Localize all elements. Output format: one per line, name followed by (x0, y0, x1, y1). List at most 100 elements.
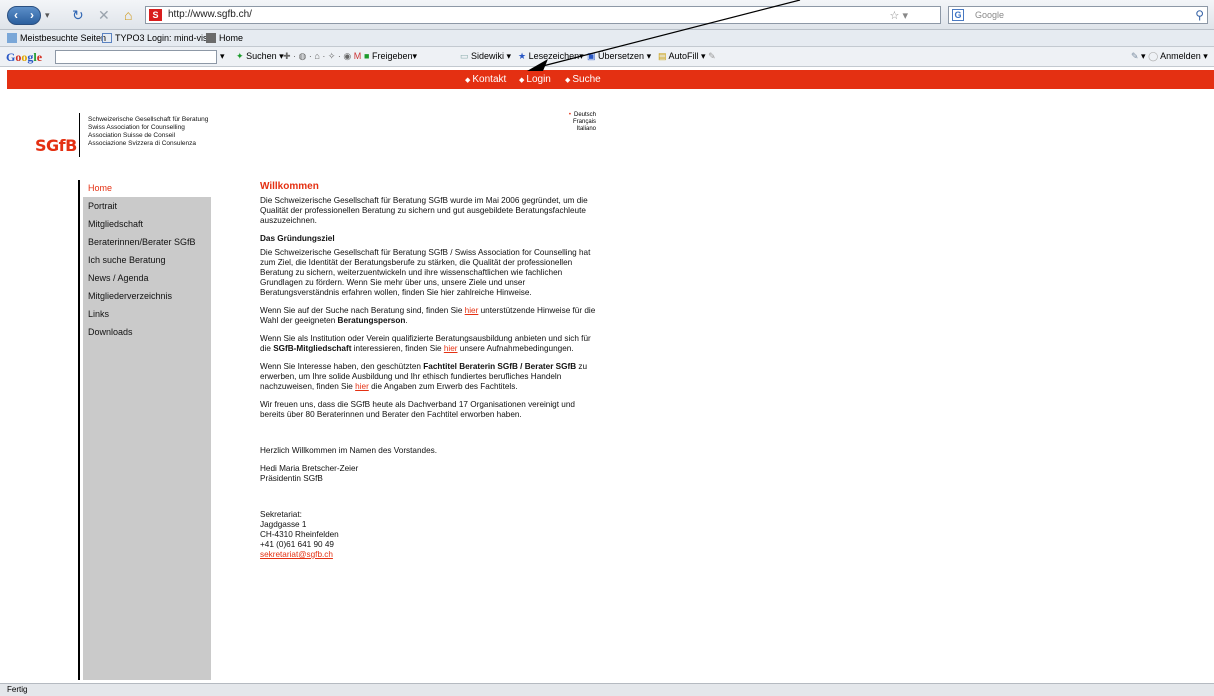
sidewiki-button[interactable]: ▭ Sidewiki ▾ (460, 51, 511, 62)
nav-item-berater[interactable]: Beraterinnen/Berater SGfB (88, 237, 196, 247)
share-button[interactable]: ■ Freigeben▾ (364, 51, 417, 62)
google-search-button[interactable]: ✦ Suchen ▾ (236, 51, 284, 62)
goal-paragraph: Die Schweizerische Gesellschaft für Bera… (260, 248, 591, 297)
association-names: Schweizerische Gesellschaft für Beratung… (88, 116, 208, 148)
association-name: Schweizerische Gesellschaft für Beratung (88, 116, 209, 123)
bookmark-home[interactable]: Home (206, 33, 243, 43)
sidebar-rule (78, 180, 80, 680)
intro-paragraph: Die Schweizerische Gesellschaft für Bera… (260, 196, 588, 225)
signer-role: Präsidentin SGfB (260, 474, 323, 483)
top-link-suche[interactable]: ◆ Suche (565, 74, 601, 85)
magnifier-icon[interactable]: ⚲ (1195, 7, 1204, 23)
home-icon[interactable]: ⌂ (124, 7, 132, 23)
language-italiano[interactable]: Italiano (566, 126, 596, 133)
nav-item-portrait[interactable]: Portrait (88, 201, 117, 211)
bookmark-star-icon[interactable]: ☆ ▾ (890, 8, 908, 24)
nav-item-home[interactable]: Home (88, 183, 112, 193)
toolbar-label: Lesezeichen (528, 51, 580, 61)
reload-icon[interactable]: ↻ (72, 7, 84, 24)
language-francais[interactable]: Français (566, 119, 596, 126)
nav-item-mitgliedschaft[interactable]: Mitgliedschaft (88, 219, 143, 229)
signin-button[interactable]: ✎ ▾ ◯ Anmelden ▾ (1131, 51, 1208, 62)
page-title: Willkommen (260, 181, 319, 192)
language-switcher: • Deutsch Français Italiano (566, 112, 596, 133)
bold-text: Fachtitel Beraterin SGfB / Berater SGfB (423, 362, 577, 371)
top-link-label: Login (526, 74, 551, 85)
status-text: Fertig (7, 685, 28, 694)
google-search-dropdown-icon[interactable]: ▾ (220, 51, 225, 62)
main-content: Willkommen Die Schweizerische Gesellscha… (260, 182, 600, 568)
top-link-login[interactable]: ◆ Login (519, 74, 551, 85)
bookmark-label: Home (219, 33, 244, 43)
bookmarks-toolbar: Meistbesuchte Seiten TYPO3 Login: mind-v… (0, 30, 1214, 47)
back-icon[interactable]: ‹ (14, 8, 18, 22)
google-toolbar-search-input[interactable] (55, 50, 217, 64)
address-bar[interactable]: S http://www.sgfb.ch/ ☆ ▾ (145, 6, 941, 24)
bookmark-label: TYPO3 Login: mind-vis... (115, 33, 216, 43)
toolbar-label: Übersetzen (598, 51, 645, 61)
association-name: Swiss Association for Counselling (88, 124, 185, 131)
nav-item-mitgliederverzeichnis[interactable]: Mitgliederverzeichnis (88, 291, 172, 301)
address-line: CH-4310 Rheinfelden (260, 530, 339, 539)
google-search-engine-icon[interactable]: G (952, 9, 964, 21)
toolbar-label: Sidewiki (471, 51, 505, 61)
nav-item-news-agenda[interactable]: News / Agenda (88, 273, 149, 283)
home-bookmark-icon (206, 33, 216, 43)
section-heading: Das Gründungsziel (260, 234, 335, 243)
nav-item-links[interactable]: Links (88, 309, 109, 319)
top-link-kontakt[interactable]: ◆ Kontakt (465, 74, 506, 85)
toolbar-label: Freigeben (371, 51, 413, 61)
phone-number: +41 (0)61 641 90 49 (260, 540, 334, 549)
bookmark-typo3-login[interactable]: TYPO3 Login: mind-vis... (102, 33, 215, 43)
toolbar-label: Suchen (246, 51, 277, 61)
folder-icon (7, 33, 17, 43)
arrow-icon: ◆ (519, 77, 525, 84)
back-forward-buttons[interactable]: ‹ › (7, 6, 41, 25)
bullet-icon: • (568, 112, 571, 118)
text: . (405, 316, 408, 325)
text: unsere Aufnahmebedingungen. (457, 344, 574, 353)
text: Wenn Sie auf der Suche nach Beratung sin… (260, 306, 465, 315)
hier-link-fachtitel[interactable]: hier (355, 382, 369, 391)
mitgliedschaft-paragraph: Wenn Sie als Institution oder Verein qua… (260, 334, 600, 354)
language-deutsch[interactable]: • Deutsch (566, 112, 596, 119)
arrow-icon: ◆ (465, 77, 471, 84)
top-link-label: Kontakt (472, 74, 507, 85)
signature: Hedi Maria Bretscher-Zeier Präsidentin S… (260, 464, 600, 484)
hier-link-beratung[interactable]: hier (465, 306, 479, 315)
browser-navigation-bar: ‹ › ▾ ↻ ✕ ⌂ S http://www.sgfb.ch/ ☆ ▾ G … (0, 0, 1214, 30)
site-top-bar: ◆ Kontakt ◆ Login ◆ Suche (7, 70, 1214, 89)
nav-item-ich-suche-beratung[interactable]: Ich suche Beratung (88, 255, 166, 265)
language-label: Deutsch (573, 112, 596, 118)
nav-item-downloads[interactable]: Downloads (88, 327, 133, 337)
g-favicon-icon (102, 33, 112, 43)
logo-divider (79, 113, 80, 157)
hier-link-mitgliedschaft[interactable]: hier (444, 344, 458, 353)
association-name: Associazione Svizzera di Consulenza (88, 140, 197, 147)
arrow-icon: ◆ (565, 77, 571, 84)
stop-icon[interactable]: ✕ (98, 7, 110, 24)
translate-button[interactable]: ▣ Übersetzen ▾ (587, 51, 651, 62)
address-line: Jagdgasse 1 (260, 520, 307, 529)
toolbar-misc-icons[interactable]: ✚ · ◍ · ⌂ · ✧ · ◉ M · (283, 51, 367, 62)
email-link[interactable]: sekretariat@sgfb.ch (260, 550, 333, 559)
search-box[interactable]: G Google ⚲ (948, 6, 1208, 24)
text: interessieren, finden Sie (351, 344, 444, 353)
text: Wenn Sie Interesse haben, den geschützte… (260, 362, 424, 371)
language-label: Italiano (576, 126, 596, 132)
bookmarks-button[interactable]: ★ Lesezeichen▾ (518, 51, 584, 62)
site-logo[interactable]: SGfB (35, 136, 77, 155)
forward-icon[interactable]: › (30, 8, 34, 22)
history-dropdown-icon[interactable]: ▾ (45, 10, 50, 21)
site-favicon: S (149, 9, 162, 21)
url-text: http://www.sgfb.ch/ (168, 9, 252, 20)
address-line: Sekretariat: (260, 510, 302, 519)
fachtitel-paragraph: Wenn Sie Interesse haben, den geschützte… (260, 362, 600, 392)
bookmark-most-visited[interactable]: Meistbesuchte Seiten (7, 33, 106, 43)
toolbar-label: AutoFill (668, 51, 699, 61)
search-placeholder: Google (975, 10, 1005, 20)
dachverband-paragraph: Wir freuen uns, dass die SGfB heute als … (260, 400, 575, 419)
autofill-button[interactable]: ▤ AutoFill ▾ ✎ (658, 51, 716, 62)
